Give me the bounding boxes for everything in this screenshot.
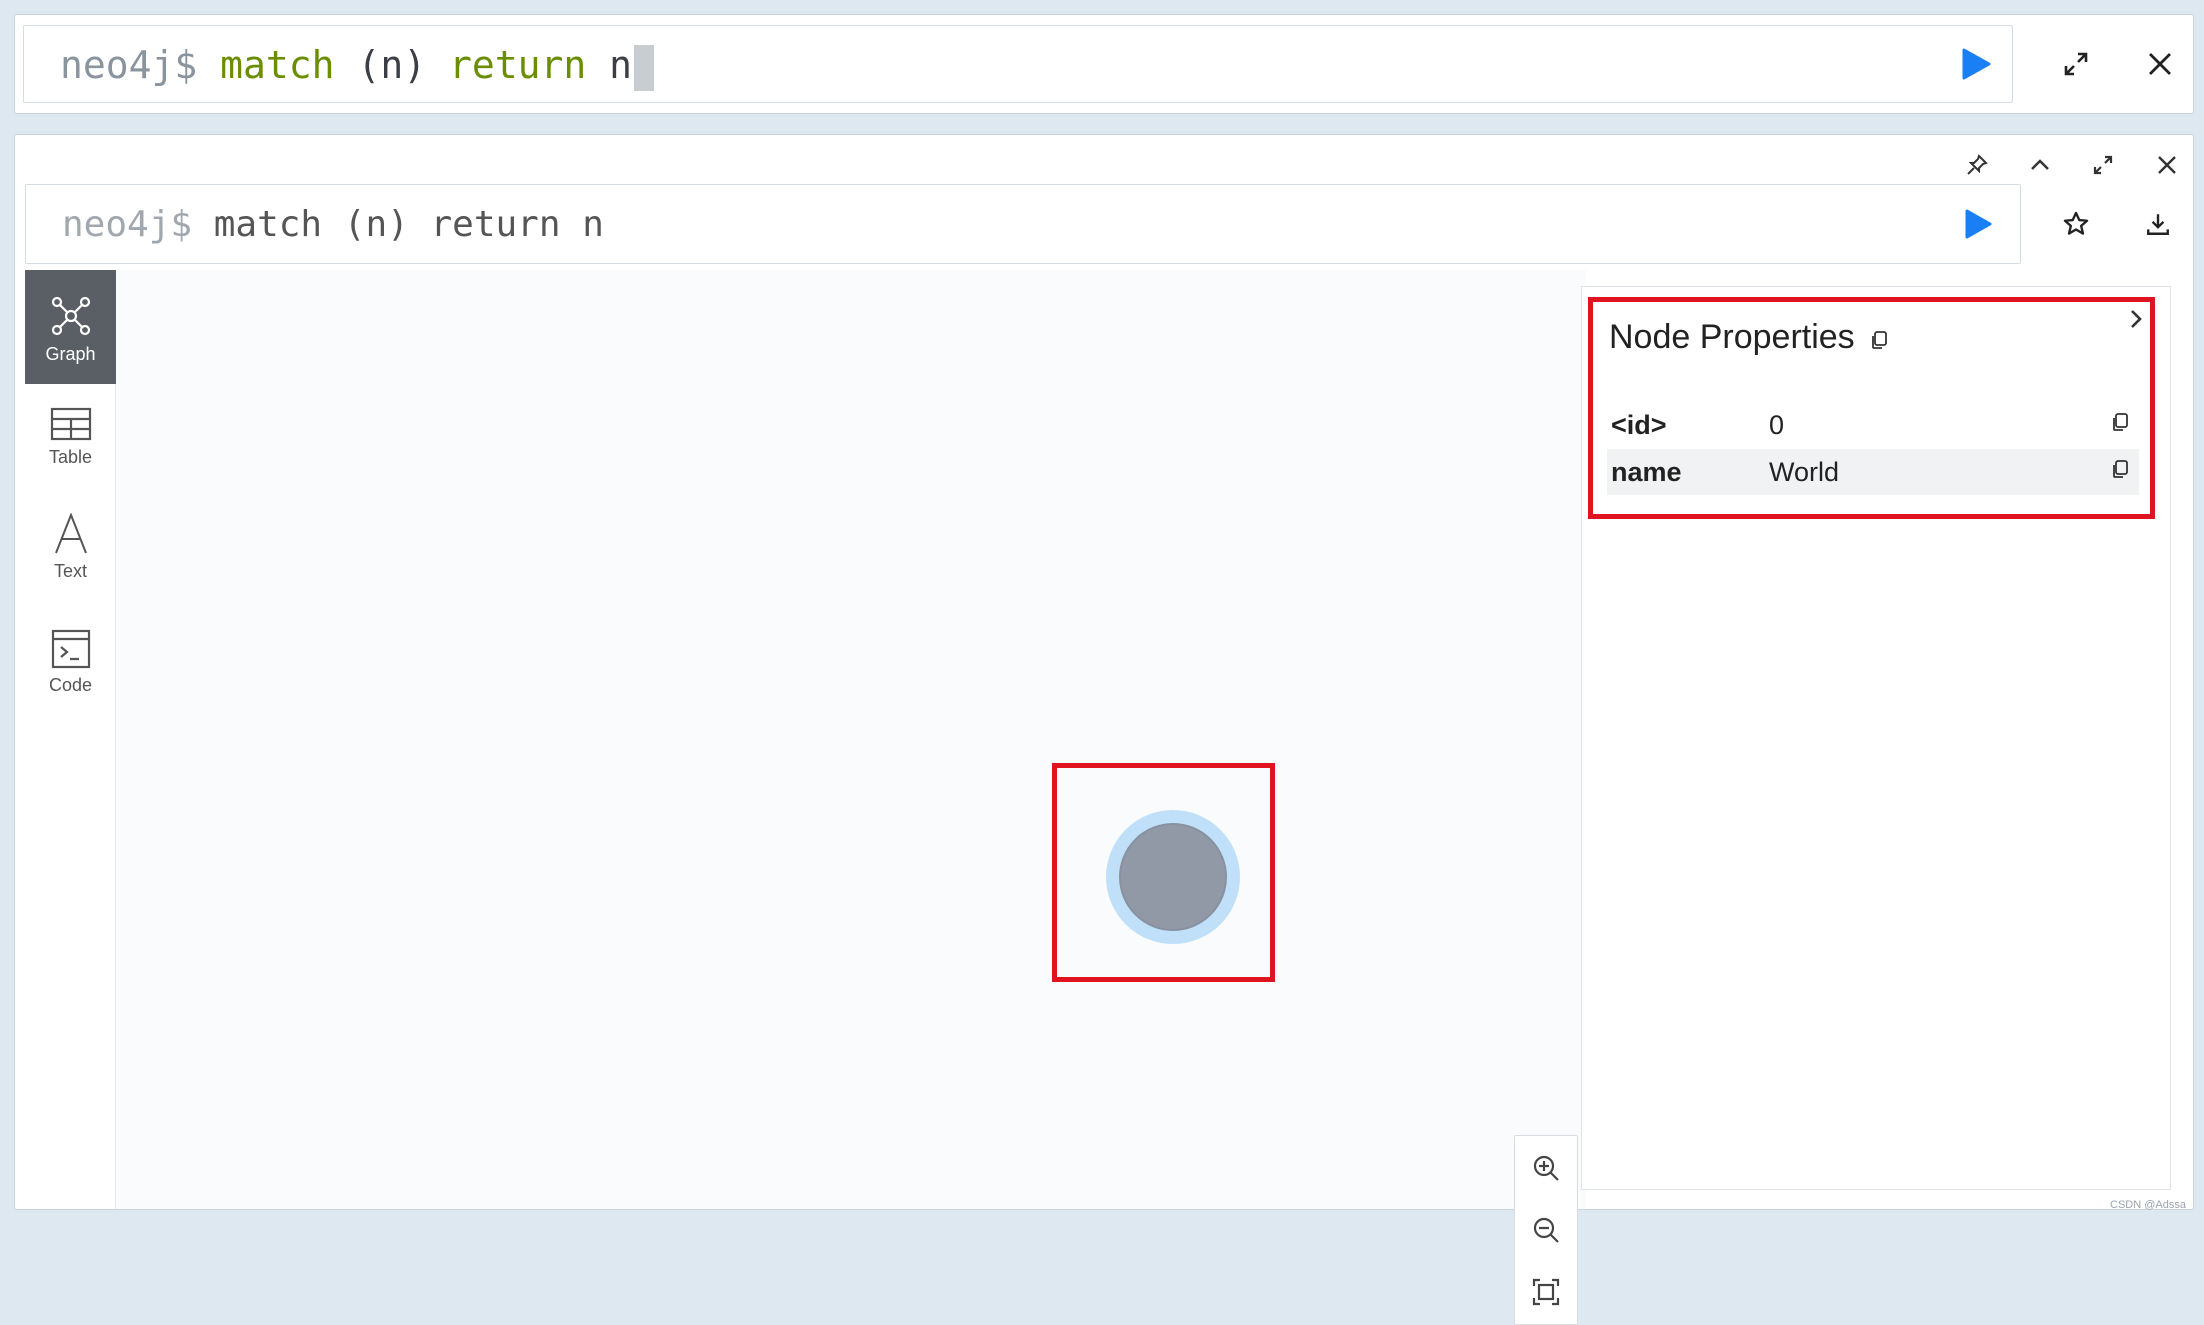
copy-properties-button[interactable] [1870, 320, 1888, 359]
view-tab-label: Code [48, 675, 93, 695]
text-cursor [634, 44, 655, 91]
copy-property-button[interactable] [2111, 459, 2129, 484]
star-icon [2063, 211, 2089, 235]
copy-icon [2113, 413, 2128, 431]
view-tab-text[interactable]: Text [25, 499, 116, 613]
frame-fullscreen-button[interactable] [2081, 143, 2125, 187]
property-value: World [1769, 457, 1840, 487]
download-icon [2147, 214, 2169, 235]
fit-screen-icon [1532, 1278, 1560, 1306]
properties-highlight-box: Node Properties <id> 0 name World [1588, 297, 2155, 519]
fit-to-screen-button[interactable] [1515, 1262, 1577, 1322]
pin-icon [1967, 154, 1988, 175]
node-properties-panel: Node Properties <id> 0 name World [1581, 286, 2171, 1190]
collapse-button[interactable] [2018, 143, 2062, 187]
query-pattern: (n) [357, 43, 427, 87]
node-highlight-box [1052, 763, 1275, 982]
close-icon [2149, 53, 2171, 75]
frame-query: match (n) return n [213, 204, 604, 245]
zoom-in-icon [1533, 1155, 1559, 1181]
view-tab-label: Table [48, 447, 93, 467]
query-editor: neo4j$ match (n) return n [14, 14, 2194, 114]
view-tab-label: Graph [45, 344, 96, 364]
view-sidebar: Graph Table Text Code [25, 270, 116, 1209]
query-input[interactable]: neo4j$ match (n) return n [23, 25, 2013, 103]
run-query-button[interactable] [1951, 39, 2001, 89]
query-prompt: neo4j$ [60, 43, 198, 87]
view-tab-code[interactable]: Code [25, 615, 116, 729]
download-button[interactable] [2133, 199, 2183, 249]
close-icon [2158, 156, 2176, 174]
view-tab-label: Text [53, 561, 87, 581]
copy-icon [1872, 330, 1888, 349]
expand-icon [2064, 52, 2088, 76]
keyword-return: return [448, 43, 587, 87]
properties-title-text: Node Properties [1609, 318, 1855, 356]
property-row-id: <id> 0 [1607, 402, 2139, 448]
play-icon [1962, 48, 1991, 80]
chevron-right-icon [2131, 310, 2142, 328]
close-editor-button[interactable] [2135, 39, 2185, 89]
chevron-up-icon [2031, 159, 2049, 170]
favorite-button[interactable] [2051, 199, 2101, 249]
property-key: name [1611, 457, 1682, 487]
properties-title: Node Properties [1609, 318, 1888, 359]
frame-query-input[interactable]: neo4j$ match (n) return n [25, 184, 2021, 264]
table-icon [50, 407, 91, 441]
zoom-out-button[interactable] [1515, 1200, 1577, 1260]
query-return-var: n [609, 43, 633, 87]
copy-property-button[interactable] [2111, 412, 2129, 437]
property-row-name: name World [1607, 449, 2139, 495]
frame-query-prompt: neo4j$ [62, 204, 193, 245]
property-value: 0 [1769, 410, 1785, 440]
zoom-out-icon [1533, 1217, 1559, 1243]
result-frame: neo4j$ match (n) return n Graph Table Te… [14, 134, 2194, 1325]
graph-canvas[interactable] [116, 270, 1586, 1209]
rerun-query-button[interactable] [1953, 199, 2003, 249]
graph-node[interactable] [1119, 823, 1227, 931]
watermark: CSDN @Adssa [2110, 1199, 2186, 1211]
pin-button[interactable] [1955, 143, 1999, 187]
collapse-panel-button[interactable] [2121, 304, 2151, 334]
view-tab-table[interactable]: Table [25, 385, 116, 499]
zoom-in-button[interactable] [1515, 1138, 1577, 1198]
query-text[interactable]: neo4j$ match (n) return n [60, 26, 655, 104]
property-key: <id> [1611, 410, 1667, 440]
text-icon [54, 513, 87, 554]
fullscreen-button[interactable] [2051, 39, 2101, 89]
expand-icon [2093, 155, 2113, 175]
view-tab-graph[interactable]: Graph [25, 270, 116, 384]
frame-query-text[interactable]: neo4j$ match (n) return n [62, 185, 604, 265]
zoom-controls [1514, 1135, 1578, 1325]
graph-icon [51, 296, 90, 336]
code-icon [51, 629, 90, 669]
keyword-match: match [220, 43, 335, 87]
copy-icon [2113, 460, 2128, 478]
close-frame-button[interactable] [2145, 143, 2189, 187]
play-icon [1965, 209, 1992, 239]
